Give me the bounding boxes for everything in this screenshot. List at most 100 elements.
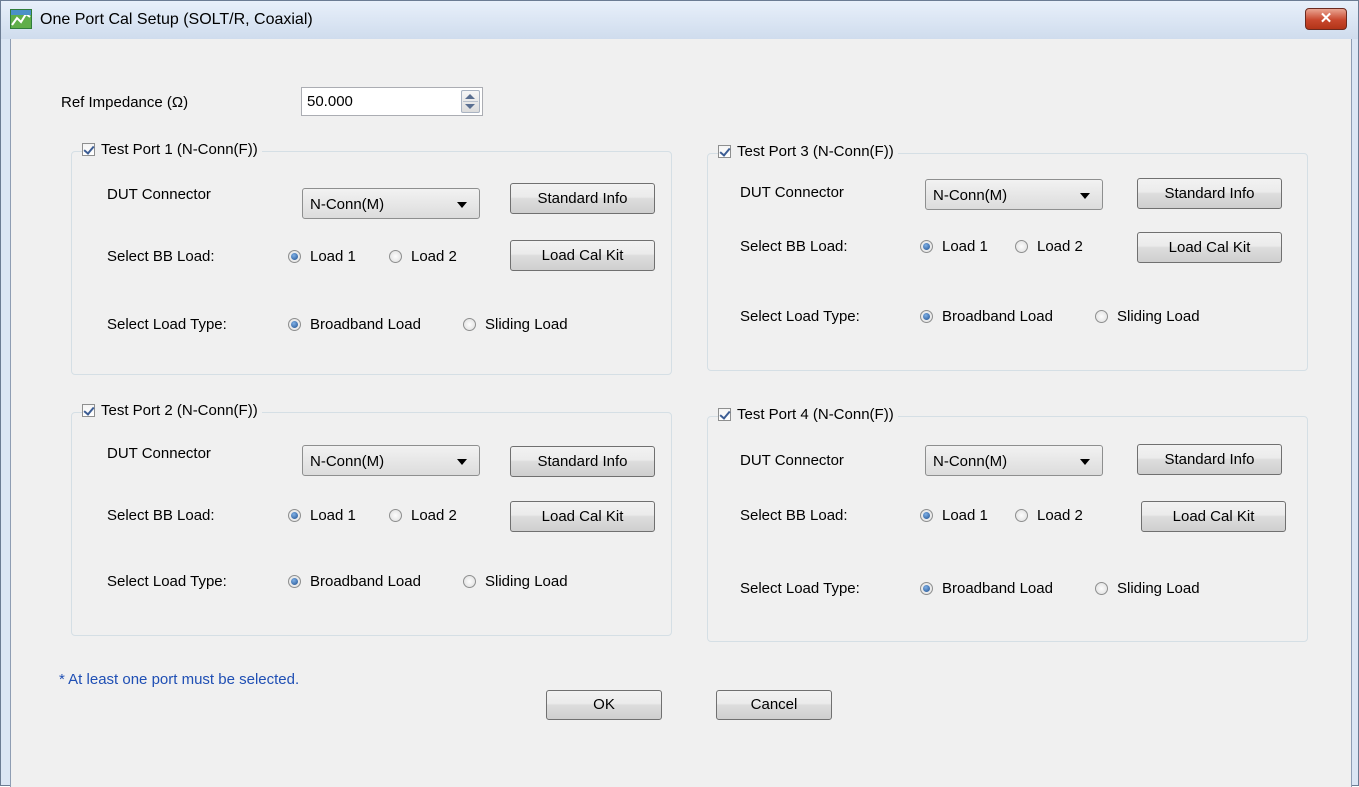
window-title: One Port Cal Setup (SOLT/R, Coaxial) bbox=[40, 11, 313, 28]
broadband-load-label: Broadband Load bbox=[310, 316, 421, 333]
broadband-load-radio[interactable]: Broadband Load bbox=[288, 316, 421, 333]
load-2-label: Load 2 bbox=[411, 248, 457, 265]
broadband-load-radio[interactable]: Broadband Load bbox=[920, 308, 1053, 325]
radio-selected-icon[interactable] bbox=[288, 250, 301, 263]
load-2-label: Load 2 bbox=[411, 507, 457, 524]
standard-info-button[interactable]: Standard Info bbox=[510, 446, 655, 477]
radio-unselected-icon[interactable] bbox=[389, 250, 402, 263]
chevron-down-icon bbox=[1080, 459, 1090, 465]
standard-info-button[interactable]: Standard Info bbox=[1137, 444, 1282, 475]
chevron-down-icon bbox=[457, 202, 467, 208]
radio-selected-icon[interactable] bbox=[920, 582, 933, 595]
sliding-load-radio[interactable]: Sliding Load bbox=[463, 573, 568, 590]
broadband-load-radio[interactable]: Broadband Load bbox=[288, 573, 421, 590]
radio-unselected-icon[interactable] bbox=[1095, 582, 1108, 595]
select-load-type-label: Select Load Type: bbox=[107, 316, 227, 333]
load-2-radio[interactable]: Load 2 bbox=[1015, 507, 1083, 524]
dut-connector-label: DUT Connector bbox=[740, 184, 844, 201]
dut-connector-value: N-Conn(M) bbox=[310, 453, 385, 470]
port-selection-note: * At least one port must be selected. bbox=[59, 671, 300, 688]
close-icon: ✕ bbox=[1319, 10, 1333, 27]
broadband-load-radio[interactable]: Broadband Load bbox=[920, 580, 1053, 597]
chevron-down-icon bbox=[1080, 193, 1090, 199]
radio-unselected-icon[interactable] bbox=[1015, 240, 1028, 253]
sliding-load-radio[interactable]: Sliding Load bbox=[1095, 580, 1200, 597]
test-port-4-title: Test Port 4 (N-Conn(F)) bbox=[737, 406, 894, 423]
dut-connector-label: DUT Connector bbox=[740, 452, 844, 469]
dialog-window: One Port Cal Setup (SOLT/R, Coaxial) ✕ R… bbox=[0, 0, 1359, 787]
title-bar[interactable]: One Port Cal Setup (SOLT/R, Coaxial) ✕ bbox=[1, 1, 1358, 39]
load-1-label: Load 1 bbox=[942, 507, 988, 524]
dut-connector-value: N-Conn(M) bbox=[933, 453, 1008, 470]
select-bb-load-label: Select BB Load: bbox=[107, 248, 215, 265]
test-port-2-legend[interactable]: Test Port 2 (N-Conn(F)) bbox=[82, 402, 262, 419]
close-button[interactable]: ✕ bbox=[1305, 8, 1347, 30]
test-port-1-title: Test Port 1 (N-Conn(F)) bbox=[101, 141, 258, 158]
load-cal-kit-button[interactable]: Load Cal Kit bbox=[1137, 232, 1282, 263]
standard-info-button[interactable]: Standard Info bbox=[1137, 178, 1282, 209]
radio-selected-icon[interactable] bbox=[288, 509, 301, 522]
load-1-label: Load 1 bbox=[310, 248, 356, 265]
radio-selected-icon[interactable] bbox=[920, 240, 933, 253]
test-port-1-legend[interactable]: Test Port 1 (N-Conn(F)) bbox=[82, 141, 262, 158]
radio-selected-icon[interactable] bbox=[920, 310, 933, 323]
radio-selected-icon[interactable] bbox=[288, 575, 301, 588]
load-1-radio[interactable]: Load 1 bbox=[920, 507, 988, 524]
dialog-client-area: Ref Impedance (Ω) 50.000 Test Port 1 (N-… bbox=[10, 39, 1352, 787]
sliding-load-radio[interactable]: Sliding Load bbox=[463, 316, 568, 333]
sliding-load-label: Sliding Load bbox=[485, 316, 568, 333]
select-load-type-label: Select Load Type: bbox=[740, 308, 860, 325]
load-2-radio[interactable]: Load 2 bbox=[389, 507, 457, 524]
radio-unselected-icon[interactable] bbox=[1015, 509, 1028, 522]
dut-connector-select[interactable]: N-Conn(M) bbox=[302, 188, 480, 219]
load-cal-kit-button[interactable]: Load Cal Kit bbox=[510, 501, 655, 532]
load-1-radio[interactable]: Load 1 bbox=[920, 238, 988, 255]
load-1-radio[interactable]: Load 1 bbox=[288, 507, 356, 524]
spin-down-icon[interactable] bbox=[465, 104, 475, 109]
test-port-2-checkbox[interactable] bbox=[82, 404, 95, 417]
test-port-2-title: Test Port 2 (N-Conn(F)) bbox=[101, 402, 258, 419]
select-bb-load-label: Select BB Load: bbox=[740, 507, 848, 524]
chevron-down-icon bbox=[457, 459, 467, 465]
dut-connector-select[interactable]: N-Conn(M) bbox=[302, 445, 480, 476]
test-port-3-checkbox[interactable] bbox=[718, 145, 731, 158]
sliding-load-radio[interactable]: Sliding Load bbox=[1095, 308, 1200, 325]
app-icon bbox=[10, 9, 32, 29]
sliding-load-label: Sliding Load bbox=[1117, 580, 1200, 597]
dut-connector-select[interactable]: N-Conn(M) bbox=[925, 179, 1103, 210]
test-port-4-checkbox[interactable] bbox=[718, 408, 731, 421]
ref-impedance-value[interactable]: 50.000 bbox=[307, 93, 353, 110]
load-2-radio[interactable]: Load 2 bbox=[389, 248, 457, 265]
spin-up-icon[interactable] bbox=[465, 94, 475, 99]
dut-connector-label: DUT Connector bbox=[107, 445, 211, 462]
test-port-4-legend[interactable]: Test Port 4 (N-Conn(F)) bbox=[718, 406, 898, 423]
broadband-load-label: Broadband Load bbox=[942, 580, 1053, 597]
select-load-type-label: Select Load Type: bbox=[740, 580, 860, 597]
ok-button[interactable]: OK bbox=[546, 690, 662, 720]
radio-unselected-icon[interactable] bbox=[389, 509, 402, 522]
test-port-1-checkbox[interactable] bbox=[82, 143, 95, 156]
load-2-label: Load 2 bbox=[1037, 507, 1083, 524]
load-2-radio[interactable]: Load 2 bbox=[1015, 238, 1083, 255]
radio-unselected-icon[interactable] bbox=[463, 575, 476, 588]
select-bb-load-label: Select BB Load: bbox=[107, 507, 215, 524]
spin-arrows[interactable] bbox=[461, 90, 480, 113]
radio-selected-icon[interactable] bbox=[920, 509, 933, 522]
dut-connector-select[interactable]: N-Conn(M) bbox=[925, 445, 1103, 476]
load-1-label: Load 1 bbox=[942, 238, 988, 255]
load-cal-kit-button[interactable]: Load Cal Kit bbox=[510, 240, 655, 271]
load-1-radio[interactable]: Load 1 bbox=[288, 248, 356, 265]
dut-connector-value: N-Conn(M) bbox=[933, 187, 1008, 204]
load-2-label: Load 2 bbox=[1037, 238, 1083, 255]
radio-unselected-icon[interactable] bbox=[1095, 310, 1108, 323]
cancel-button[interactable]: Cancel bbox=[716, 690, 832, 720]
broadband-load-label: Broadband Load bbox=[310, 573, 421, 590]
radio-selected-icon[interactable] bbox=[288, 318, 301, 331]
select-load-type-label: Select Load Type: bbox=[107, 573, 227, 590]
broadband-load-label: Broadband Load bbox=[942, 308, 1053, 325]
standard-info-button[interactable]: Standard Info bbox=[510, 183, 655, 214]
test-port-3-legend[interactable]: Test Port 3 (N-Conn(F)) bbox=[718, 143, 898, 160]
ref-impedance-spinbox[interactable]: 50.000 bbox=[301, 87, 483, 116]
radio-unselected-icon[interactable] bbox=[463, 318, 476, 331]
load-cal-kit-button[interactable]: Load Cal Kit bbox=[1141, 501, 1286, 532]
